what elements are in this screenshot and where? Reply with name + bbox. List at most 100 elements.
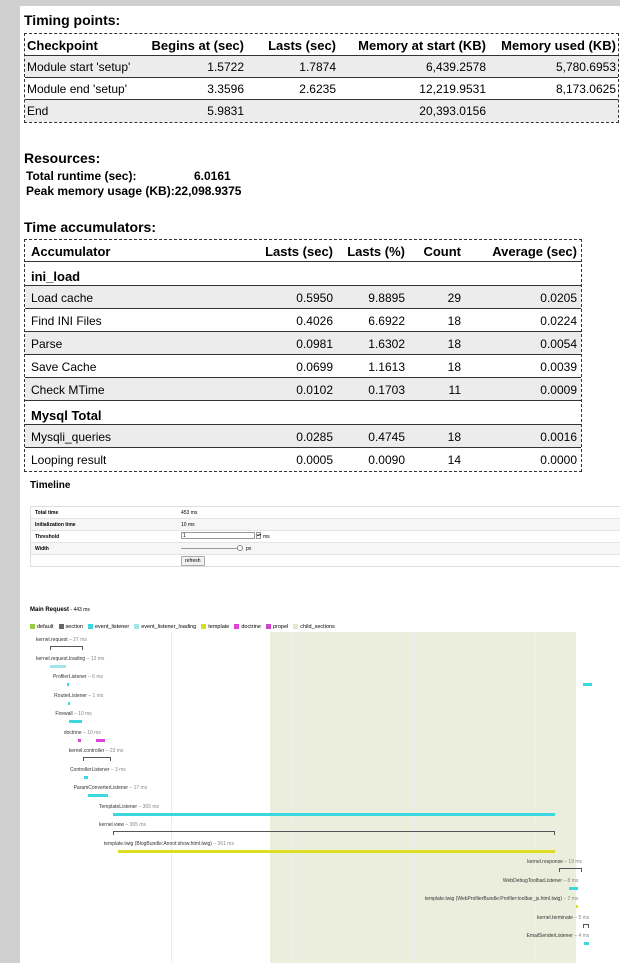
event-duration: – 2 ms <box>562 896 579 902</box>
accumulator-cell: 14 <box>447 453 461 467</box>
page: Timing points: Checkpoint Begins at (sec… <box>20 6 620 963</box>
timeline-event-bar <box>68 701 71 705</box>
peak-memory: Peak memory usage (KB):22,098.9375 <box>26 184 241 198</box>
col-header-accumulator: Accumulator <box>31 244 111 259</box>
threshold-stepper[interactable]: ▴▾ <box>256 532 261 539</box>
peak-memory-value: 22,098.9375 <box>174 184 242 198</box>
timeline-event-label: WebDebugToolbarListener – 8 ms <box>503 878 579 884</box>
accumulator-row: Find INI Files 0.4026 6.6922 18 0.0224 <box>25 309 581 332</box>
col-header-begins: Begins at (sec) <box>151 38 244 53</box>
table-header-row: Accumulator Lasts (sec) Lasts (%) Count … <box>25 240 581 262</box>
accumulator-cell: 18 <box>447 337 461 351</box>
legend-label: section <box>65 624 83 630</box>
event-duration: – 27 ms <box>67 637 87 643</box>
width-slider-handle[interactable] <box>237 545 243 551</box>
legend-swatch <box>265 624 271 630</box>
accumulator-cell: Looping result <box>31 453 107 467</box>
timeline-event-bar <box>113 831 556 835</box>
event-duration: – 19 ms <box>562 859 583 865</box>
config-row-total-time: Total time 453 ms <box>31 507 620 519</box>
legend-item: doctrine <box>234 624 261 630</box>
timeline-event-bar <box>583 683 592 686</box>
timing-cell: 5,780.6953 <box>555 60 616 74</box>
accumulator-cell: 0.0224 <box>540 314 577 328</box>
event-name: ProfilerListener <box>52 674 87 680</box>
event-name: kernel.request <box>36 637 68 643</box>
config-label: Threshold <box>35 534 60 540</box>
accumulator-cell: 1.6302 <box>368 337 405 351</box>
timeline-event-label: doctrine – 10 ms <box>64 730 101 736</box>
accumulator-cell: 0.0054 <box>540 337 577 351</box>
resources-heading: Resources: <box>24 150 101 166</box>
accumulator-cell: 0.0000 <box>540 453 577 467</box>
event-name: EmailSenderListener <box>526 933 573 939</box>
accumulator-cell: 18 <box>447 430 461 444</box>
timeline-event-bar <box>66 683 69 686</box>
accumulator-group-row: Mysql Total <box>25 401 581 425</box>
threshold-input[interactable]: 1 <box>181 532 255 539</box>
legend-swatch <box>30 624 35 630</box>
event-duration: – 10 ms <box>81 729 101 736</box>
legend-swatch <box>201 624 207 630</box>
event-name: kernel.request.loading <box>36 655 86 662</box>
event-duration: – 6 ms <box>86 674 103 680</box>
legend-item: template <box>201 624 229 630</box>
grid-line <box>534 632 536 963</box>
timeline-event-label: kernel.view – 365 ms <box>99 822 146 828</box>
accumulator-cell: 0.0699 <box>296 360 333 374</box>
accumulator-group-row: ini_load <box>25 262 581 286</box>
accumulator-cell: 0.4026 <box>296 314 333 328</box>
event-name: Firewall <box>55 711 73 717</box>
event-duration: – 5 ms <box>572 914 590 921</box>
accumulator-cell: 0.0005 <box>296 453 333 467</box>
accumulator-cell: 0.0102 <box>296 383 333 397</box>
timeline-event-bar <box>50 664 66 668</box>
col-header-lasts-sec: Lasts (sec) <box>265 244 333 259</box>
legend-swatch <box>293 624 299 630</box>
accumulator-cell: 0.0009 <box>540 383 577 397</box>
width-slider-track[interactable] <box>181 548 241 549</box>
event-name: template.twig (WebProfilerBundle:Profile… <box>424 896 562 902</box>
time-accumulators-table: Accumulator Lasts (sec) Lasts (%) Count … <box>24 239 582 472</box>
accumulator-cell: Load cache <box>31 291 94 305</box>
timeline-event-bar <box>87 794 109 797</box>
peak-memory-label: Peak memory usage (KB): <box>26 184 175 198</box>
timeline-event-label: ControllerListener – 3 ms <box>70 767 126 773</box>
accumulator-cell: 18 <box>447 314 461 328</box>
col-header-mem-used: Memory used (KB) <box>501 38 616 53</box>
event-name: doctrine <box>63 729 82 736</box>
timeline-event-bar <box>584 942 590 945</box>
accumulator-row: Parse 0.0981 1.6302 18 0.0054 <box>25 332 581 355</box>
accumulator-cell: Save Cache <box>31 360 97 374</box>
accumulator-cell: 0.0016 <box>540 430 577 444</box>
timing-points-heading: Timing points: <box>24 12 121 28</box>
timing-cell: 20,393.0156 <box>419 104 486 118</box>
timeline-event-bar <box>77 738 82 742</box>
timeline-event-label: kernel.response – 19 ms <box>527 859 582 865</box>
timeline-event-label: Firewall – 10 ms <box>55 711 91 717</box>
grid-line <box>413 632 415 963</box>
config-value: 10 ms <box>181 522 195 528</box>
timing-cell: 6,439.2578 <box>425 60 486 74</box>
legend-label: doctrine <box>241 624 261 630</box>
timing-row: End 5.9831 20,393.0156 <box>25 100 618 122</box>
event-name: kernel.view <box>99 822 125 828</box>
event-duration: – 365 ms <box>124 822 146 828</box>
legend-item: propel <box>265 624 288 630</box>
timeline-event-bar <box>575 905 579 908</box>
timing-cell: 1.7874 <box>299 60 336 74</box>
event-name: TemplateListener <box>99 803 138 810</box>
timeline-event-bar <box>82 757 111 761</box>
legend-item: child_sections <box>293 624 335 630</box>
timeline-title: Timeline <box>30 480 71 491</box>
timeline-event-label: RouterListener – 1 ms <box>54 693 103 699</box>
event-name: WebDebugToolbarListener <box>502 877 562 884</box>
refresh-button[interactable]: refresh <box>181 556 205 566</box>
total-runtime: Total runtime (sec): 6.0161 <box>26 169 231 183</box>
timeline-event-label: kernel.request.loading – 13 ms <box>36 656 104 662</box>
table-header-row: Checkpoint Begins at (sec) Lasts (sec) M… <box>25 34 618 56</box>
col-header-checkpoint: Checkpoint <box>27 38 98 53</box>
legend-label: template <box>208 624 230 630</box>
event-duration: – 13 ms <box>85 655 105 662</box>
timing-cell: Module end 'setup' <box>27 82 127 96</box>
